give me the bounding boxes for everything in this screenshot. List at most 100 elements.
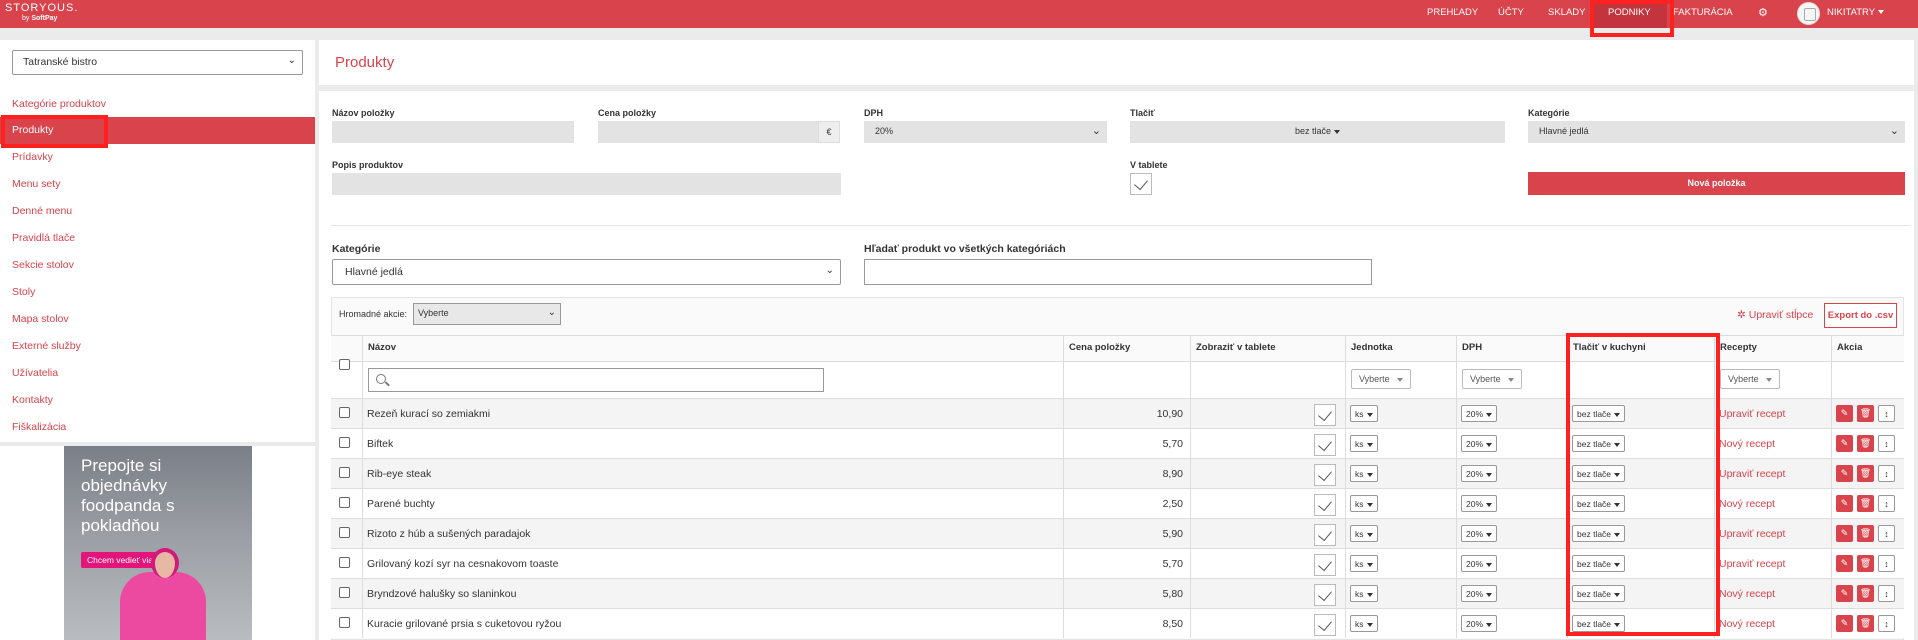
drag-handle-icon[interactable]: ↕ [1878,525,1895,542]
name-input[interactable] [332,121,574,143]
drag-handle-icon[interactable]: ↕ [1878,405,1895,422]
row-checkbox[interactable] [339,617,350,628]
edit-icon[interactable]: ✎ [1836,555,1853,572]
unit-select[interactable]: ks [1350,585,1378,602]
tablet-visibility-checkbox[interactable] [1314,404,1336,426]
vat-row-select[interactable]: 20% [1461,615,1498,632]
category-select[interactable]: Hlavné jedlá ⌄ [1528,121,1905,143]
sidebar-item-fiskalizacia[interactable]: Fiškalizácia [0,414,315,441]
sidebar-item-pravidla-tlace[interactable]: Pravidlá tlače [0,225,315,252]
vat-row-select[interactable]: 20% [1461,555,1498,572]
row-checkbox[interactable] [339,497,350,508]
product-name[interactable]: Biftek [362,429,1063,458]
trash-icon[interactable]: 🗑 [1857,435,1874,452]
name-filter-input[interactable] [368,368,824,392]
sidebar-item-denne-menu[interactable]: Denné menu [0,198,315,225]
sidebar-item-pridavky[interactable]: Prídavky [0,144,315,171]
brand-logo[interactable]: STORYOUS. by SoftPay [5,2,78,22]
edit-icon[interactable]: ✎ [1836,435,1853,452]
nav-ucty[interactable]: ÚČTY [1498,0,1524,28]
sidebar-item-uzivatelia[interactable]: Užívatelia [0,360,315,387]
sidebar-item-externe-sluzby[interactable]: Externé služby [0,333,315,360]
row-checkbox[interactable] [339,527,350,538]
col-recipes[interactable]: Recepty [1714,336,1831,361]
trash-icon[interactable]: 🗑 [1857,405,1874,422]
tablet-visibility-checkbox[interactable] [1314,494,1336,516]
row-checkbox[interactable] [339,587,350,598]
bulk-actions-select[interactable]: Vyberte ⌄ [413,303,561,325]
unit-select[interactable]: ks [1350,405,1378,422]
edit-icon[interactable]: ✎ [1836,465,1853,482]
tablet-visibility-checkbox[interactable] [1314,524,1336,546]
sidebar-item-mapa-stolov[interactable]: Mapa stolov [0,306,315,333]
description-input[interactable] [332,173,841,195]
nav-fakturacia[interactable]: FAKTURÁCIA [1673,0,1733,28]
drag-handle-icon[interactable]: ↕ [1878,555,1895,572]
nav-sklady[interactable]: SKLADY [1548,0,1586,28]
product-name[interactable]: Kuracie grilované prsia s cuketovou ryžo… [362,609,1063,638]
product-name[interactable]: Parené buchty [362,489,1063,518]
row-checkbox[interactable] [339,437,350,448]
search-all-input[interactable] [864,259,1372,285]
edit-icon[interactable]: ✎ [1836,585,1853,602]
vat-row-select[interactable]: 20% [1461,525,1498,542]
product-name[interactable]: Rib-eye steak [362,459,1063,488]
tablet-visibility-checkbox[interactable] [1314,464,1336,486]
nav-prehlady[interactable]: PREHĽADY [1427,0,1478,28]
edit-icon[interactable]: ✎ [1836,525,1853,542]
select-all-checkbox[interactable] [339,359,350,370]
recipe-link[interactable]: Upraviť recept [1719,408,1785,420]
recipe-link[interactable]: Nový recept [1719,438,1775,450]
sidebar-item-kontakty[interactable]: Kontakty [0,387,315,414]
col-vat[interactable]: DPH [1456,336,1567,361]
drag-handle-icon[interactable]: ↕ [1878,615,1895,632]
vat-row-select[interactable]: 20% [1461,435,1498,452]
product-name[interactable]: Bryndzové halušky so slaninkou [362,579,1063,608]
trash-icon[interactable]: 🗑 [1857,615,1874,632]
col-price[interactable]: Cena položky [1063,336,1190,361]
trash-icon[interactable]: 🗑 [1857,525,1874,542]
drag-handle-icon[interactable]: ↕ [1878,585,1895,602]
tablet-visibility-checkbox[interactable] [1314,584,1336,606]
col-name[interactable]: Názov [362,336,1063,361]
filter-category-select[interactable]: Hlavné jedlá ⌄ [332,259,841,285]
sidebar-item-sekcie-stolov[interactable]: Sekcie stolov [0,252,315,279]
venue-select[interactable]: Tatranské bistro ⌄ [12,50,303,75]
unit-select[interactable]: ks [1350,435,1378,452]
vat-row-select[interactable]: 20% [1461,405,1498,422]
vat-row-select[interactable]: 20% [1461,465,1498,482]
sidebar-item-kategorie-produktov[interactable]: Kategórie produktov [0,91,315,118]
edit-icon[interactable]: ✎ [1836,615,1853,632]
unit-select[interactable]: ks [1350,495,1378,512]
col-unit[interactable]: Jednotka [1345,336,1456,361]
unit-select[interactable]: ks [1350,555,1378,572]
edit-columns-link[interactable]: ✲ Upraviť stĺpce [1737,309,1813,321]
unit-select[interactable]: ks [1350,525,1378,542]
recipe-link[interactable]: Upraviť recept [1719,528,1785,540]
recipe-link[interactable]: Upraviť recept [1719,468,1785,480]
product-name[interactable]: Rizoto z húb a sušených paradajok [362,519,1063,548]
tablet-visibility-checkbox[interactable] [1314,614,1336,636]
tablet-checkbox[interactable] [1130,173,1152,195]
sidebar-item-stoly[interactable]: Stoly [0,279,315,306]
recipe-link[interactable]: Nový recept [1719,588,1775,600]
new-item-button[interactable]: Nová položka [1528,172,1905,195]
unit-select[interactable]: ks [1350,615,1378,632]
recipe-link[interactable]: Upraviť recept [1719,558,1785,570]
user-menu[interactable]: NIKITATRY [1827,0,1885,28]
vat-filter-select[interactable]: Vyberte [1462,369,1522,389]
trash-icon[interactable]: 🗑 [1857,585,1874,602]
drag-handle-icon[interactable]: ↕ [1878,465,1895,482]
gear-icon[interactable]: ⚙ [1758,6,1768,19]
tablet-visibility-checkbox[interactable] [1314,434,1336,456]
recipe-link[interactable]: Nový recept [1719,498,1775,510]
col-tablet[interactable]: Zobraziť v tablete [1190,336,1345,361]
row-checkbox[interactable] [339,407,350,418]
recipe-link[interactable]: Nový recept [1719,618,1775,630]
trash-icon[interactable]: 🗑 [1857,555,1874,572]
export-csv-button[interactable]: Export do .csv [1824,303,1897,328]
recipe-filter-select[interactable]: Vyberte [1720,369,1780,389]
sidebar-item-menu-sety[interactable]: Menu sety [0,171,315,198]
row-checkbox[interactable] [339,467,350,478]
tablet-visibility-checkbox[interactable] [1314,554,1336,576]
